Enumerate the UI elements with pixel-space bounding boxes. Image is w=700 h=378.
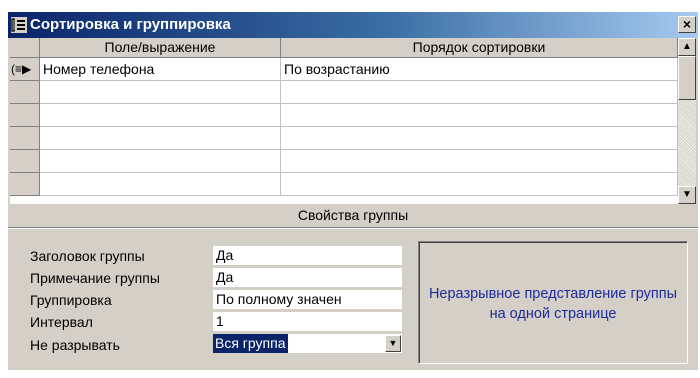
grid-row[interactable] (10, 127, 678, 150)
sort-order-cell[interactable] (281, 127, 678, 150)
column-header-sort-order[interactable]: Порядок сортировки (281, 38, 678, 58)
group-interval-field[interactable]: 1 (213, 312, 402, 331)
sort-order-cell[interactable] (281, 150, 678, 173)
group-properties-title: Свойства группы (297, 207, 409, 223)
group-on-field[interactable]: По полному значен (213, 290, 402, 309)
scroll-thumb[interactable] (678, 56, 696, 100)
grid-row[interactable] (10, 150, 678, 173)
grid-row[interactable]: (≡▶ Номер телефона По возрастанию (10, 58, 678, 81)
vertical-scrollbar[interactable]: ▲ ▼ (678, 38, 696, 204)
grid-row[interactable] (10, 81, 678, 104)
row-selector[interactable] (10, 150, 40, 173)
sort-order-cell[interactable] (281, 104, 678, 127)
group-footer-field[interactable]: Да (213, 268, 402, 287)
row-selector[interactable] (10, 173, 40, 196)
field-cell[interactable] (40, 173, 281, 196)
sorting-grouping-icon (11, 17, 27, 33)
group-on-label: Группировка (30, 292, 112, 308)
close-button[interactable]: × (678, 16, 696, 33)
help-panel: Неразрывное представление группы на одно… (418, 241, 688, 364)
current-row-indicator-icon: (≡▶ (11, 62, 32, 76)
window-title: Сортировка и группировка (30, 16, 231, 33)
group-interval-label: Интервал (30, 314, 93, 330)
sort-order-cell[interactable] (281, 81, 678, 104)
keep-together-value: Вся группа (213, 334, 288, 353)
row-selector-header[interactable] (10, 38, 40, 58)
column-header-field[interactable]: Поле/выражение (40, 38, 281, 58)
field-cell[interactable] (40, 104, 281, 127)
sort-order-cell[interactable] (281, 173, 678, 196)
field-cell[interactable] (40, 127, 281, 150)
divider (8, 227, 698, 229)
row-selector[interactable]: (≡▶ (10, 58, 40, 81)
group-header-label: Заголовок группы (30, 248, 145, 264)
grid-row[interactable] (10, 173, 678, 196)
scroll-up-arrow-icon[interactable]: ▲ (678, 38, 696, 56)
keep-together-label: Не разрывать (30, 337, 120, 353)
group-footer-label: Примечание группы (30, 270, 160, 286)
field-cell[interactable] (40, 81, 281, 104)
title-bar[interactable]: Сортировка и группировка × (8, 12, 698, 38)
scroll-down-arrow-icon[interactable]: ▼ (678, 186, 696, 204)
row-selector[interactable] (10, 104, 40, 127)
row-selector[interactable] (10, 81, 40, 104)
help-text: Неразрывное представление группы на одно… (428, 286, 678, 322)
grid-row[interactable] (10, 104, 678, 127)
sorting-grouping-window: Сортировка и группировка × Поле/выражени… (8, 12, 698, 370)
dropdown-arrow-icon[interactable]: ▼ (385, 335, 401, 352)
group-header-field[interactable]: Да (213, 246, 402, 265)
field-cell[interactable]: Номер телефона (40, 58, 281, 81)
sort-order-cell[interactable]: По возрастанию (281, 58, 678, 81)
field-cell[interactable] (40, 150, 281, 173)
keep-together-select[interactable]: Вся группа ▼ (213, 334, 402, 353)
row-selector[interactable] (10, 127, 40, 150)
sort-grid: Поле/выражение Порядок сортировки (≡▶ Но… (10, 38, 678, 204)
